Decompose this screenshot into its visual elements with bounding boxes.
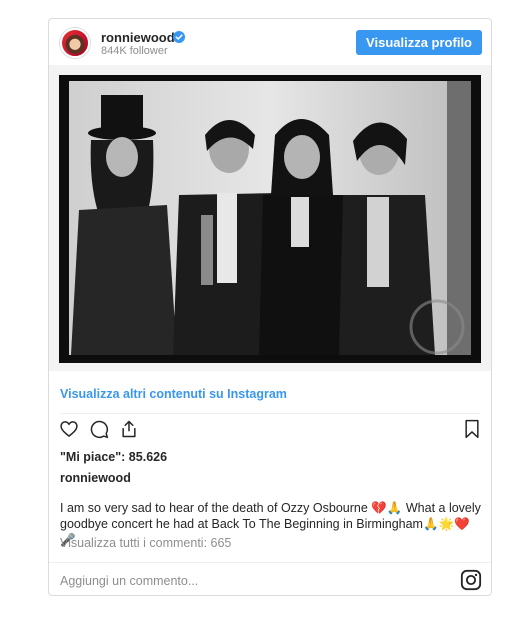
add-comment-bar: Aggiungi un commento... bbox=[49, 562, 491, 596]
view-more-on-instagram-link[interactable]: Visualizza altri contenuti su Instagram bbox=[60, 387, 287, 401]
divider bbox=[60, 413, 480, 414]
action-bar bbox=[49, 419, 491, 447]
share-icon[interactable] bbox=[119, 419, 139, 439]
heart-icon[interactable] bbox=[59, 419, 79, 439]
avatar[interactable] bbox=[60, 28, 90, 58]
instagram-embed-card: ronniewood 844K follower Visualizza prof… bbox=[48, 18, 492, 596]
bookmark-icon[interactable] bbox=[463, 419, 481, 439]
band-photo-image bbox=[49, 65, 491, 371]
like-count[interactable]: "Mi piace": 85.626 bbox=[60, 450, 167, 464]
comment-input[interactable]: Aggiungi un commento... bbox=[60, 574, 198, 588]
comment-icon[interactable] bbox=[89, 419, 109, 439]
view-profile-button[interactable]: Visualizza profilo bbox=[356, 30, 482, 55]
username[interactable]: ronniewood bbox=[101, 30, 175, 45]
view-all-comments-link[interactable]: Visualizza tutti i commenti: 665 bbox=[60, 536, 231, 550]
follower-count: 844K follower bbox=[101, 45, 168, 57]
caption-username[interactable]: ronniewood bbox=[60, 471, 131, 485]
instagram-icon[interactable] bbox=[460, 569, 482, 591]
post-photo[interactable] bbox=[49, 65, 491, 371]
post-header: ronniewood 844K follower Visualizza prof… bbox=[49, 19, 491, 65]
verified-icon bbox=[173, 31, 185, 43]
